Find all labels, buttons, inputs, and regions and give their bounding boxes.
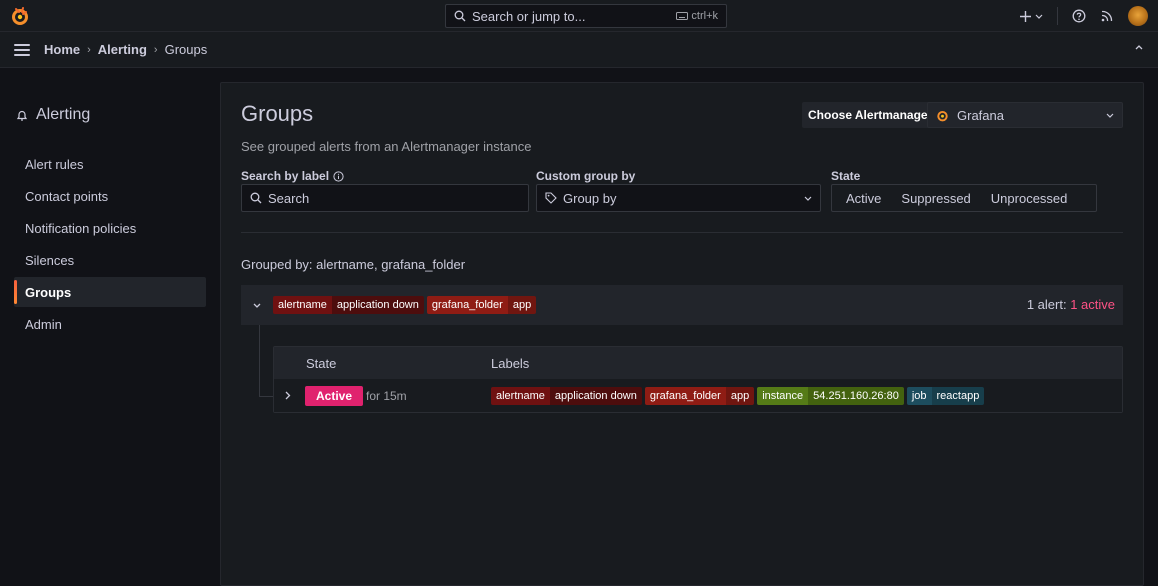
grouped-by-text: Grouped by: alertname, grafana_folder (241, 257, 466, 272)
state-option-suppressed[interactable]: Suppressed (891, 191, 980, 206)
state-label: State (831, 169, 861, 183)
nav-notification-policies[interactable]: Notification policies (14, 213, 206, 243)
shortcut-text: ctrl+k (691, 10, 718, 22)
plus-icon (1020, 10, 1031, 22)
breadcrumb-separator-icon: › (87, 43, 91, 56)
grafana-logo-icon[interactable] (10, 6, 30, 26)
chevron-up-icon[interactable] (1134, 42, 1144, 52)
chevron-down-icon[interactable] (253, 303, 261, 308)
nav-admin[interactable]: Admin (14, 309, 206, 339)
alert-group-row[interactable]: alertname application down grafana_folder… (241, 285, 1123, 325)
column-header-state: State (306, 356, 337, 371)
section-title: Alerting (16, 106, 90, 124)
label-key: alertname (491, 387, 550, 405)
chevron-right-icon[interactable] (285, 391, 291, 400)
label-tag: grafana_folder app (644, 387, 755, 405)
alertmanager-value: Grafana (957, 107, 1004, 123)
label-value: application down (549, 387, 642, 405)
menu-toggle-icon[interactable] (14, 43, 30, 56)
nav-groups[interactable]: Groups (14, 277, 206, 307)
search-by-label-label: Search by label (241, 169, 344, 183)
breadcrumb-separator-icon: › (153, 43, 158, 56)
alertmanager-label: Choose Alertmanager (802, 102, 939, 128)
state-option-active[interactable]: Active (836, 191, 891, 206)
label-key: grafana_folder (644, 387, 726, 405)
state-duration: for 15m (366, 389, 407, 403)
global-search-input[interactable]: Search or jump to... ctrl+k (445, 4, 727, 28)
divider (1057, 7, 1058, 25)
help-icon[interactable] (1072, 9, 1086, 23)
label-key: grafana_folder (426, 296, 508, 314)
group-by-select[interactable]: Group by (536, 184, 821, 212)
top-bar: Search or jump to... ctrl+k (0, 0, 1158, 32)
state-badge: Active (305, 386, 364, 406)
group-by-placeholder: Group by (563, 190, 617, 206)
label-tag: alertname application down (273, 296, 424, 314)
news-feed-icon[interactable] (1100, 9, 1114, 23)
alerts-table: State Labels Active for 15m alertname app… (273, 346, 1123, 413)
table-header: State Labels (274, 347, 1122, 379)
breadcrumb-home[interactable]: Home (44, 42, 80, 57)
bell-icon (16, 110, 28, 121)
label-value: app (725, 387, 755, 405)
table-row: Active for 15m alertname application down… (274, 379, 1122, 412)
label-tag: job reactapp (906, 387, 985, 405)
label-key: job (906, 387, 932, 405)
page-subtitle: See grouped alerts from an Alertmanager … (241, 139, 532, 154)
nav-alert-rules[interactable]: Alert rules (14, 149, 206, 179)
search-by-label-text: Search by label (241, 169, 330, 183)
nav-silences[interactable]: Silences (14, 245, 206, 275)
page-title: Groups (241, 101, 314, 126)
state-option-unprocessed[interactable]: Unprocessed (981, 191, 1078, 206)
breadcrumb-groups: Groups (164, 42, 208, 57)
label-value: 54.251.160.26:80 (808, 387, 904, 405)
label-tag: alertname application down (491, 387, 642, 405)
alertmanager-select[interactable]: Grafana (927, 102, 1123, 128)
label-value: reactapp (931, 387, 985, 405)
alert-count-active: 1 active (1070, 297, 1115, 312)
main-panel: Groups See grouped alerts from an Alertm… (220, 82, 1144, 586)
user-avatar[interactable] (1128, 6, 1148, 26)
search-icon (250, 192, 262, 204)
new-menu-button[interactable] (1020, 10, 1043, 22)
label-search-input[interactable]: Search (241, 184, 529, 212)
search-icon (454, 10, 466, 22)
top-right-actions (1020, 6, 1148, 26)
label-key: alertname (273, 296, 332, 314)
label-tag: instance 54.251.160.26:80 (757, 387, 904, 405)
tree-connector (259, 396, 273, 397)
label-key: instance (757, 387, 809, 405)
state-radio-group: Active Suppressed Unprocessed (831, 184, 1097, 212)
global-search-placeholder: Search or jump to... (472, 8, 586, 24)
nav-contact-points[interactable]: Contact points (14, 181, 206, 211)
label-value: application down (331, 296, 424, 314)
chevron-down-icon (1106, 113, 1114, 118)
section-title-text: Alerting (36, 106, 91, 123)
custom-group-by-label: Custom group by (536, 169, 636, 183)
breadcrumb-alerting[interactable]: Alerting (98, 42, 147, 57)
row-labels: alertname application down grafana_folder… (491, 387, 987, 405)
column-header-labels: Labels (491, 356, 530, 371)
chevron-down-icon (804, 196, 812, 201)
keyboard-shortcut: ctrl+k (676, 10, 718, 22)
section-nav: Alerting Alert rules Contact points Noti… (0, 68, 220, 586)
tree-connector (259, 325, 260, 396)
alert-count-prefix: 1 alert: (1026, 297, 1071, 312)
divider (241, 232, 1123, 233)
grafana-logo-icon (937, 110, 948, 121)
label-value: app (507, 296, 537, 314)
tag-icon (545, 192, 557, 204)
keyboard-icon (676, 12, 689, 20)
info-circle-icon[interactable] (333, 170, 344, 182)
alert-count: 1 alert: 1 active (1027, 297, 1115, 312)
breadcrumb-bar: Home › Alerting › Groups (0, 32, 1158, 68)
label-search-placeholder: Search (268, 190, 310, 206)
chevron-down-icon (1035, 14, 1043, 19)
label-tag: grafana_folder app (426, 296, 537, 314)
